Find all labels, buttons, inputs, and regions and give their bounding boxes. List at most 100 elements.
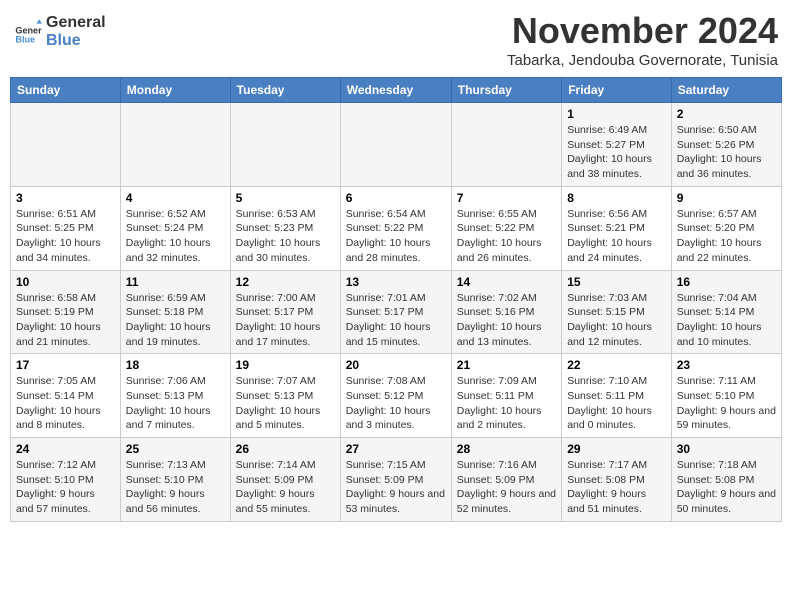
day-number: 7 (457, 191, 556, 205)
page-header: General Blue General Blue November 2024 … (10, 10, 782, 69)
calendar-cell: 1 Sunrise: 6:49 AM Sunset: 5:27 PM Daylig… (562, 103, 672, 187)
calendar-cell: 26 Sunrise: 7:14 AM Sunset: 5:09 PM Dayli… (230, 438, 340, 522)
day-info: Sunrise: 6:58 AM Sunset: 5:19 PM Dayligh… (16, 291, 115, 350)
day-info: Sunrise: 7:11 AM Sunset: 5:10 PM Dayligh… (677, 374, 776, 433)
day-info: Sunrise: 6:54 AM Sunset: 5:22 PM Dayligh… (346, 207, 446, 266)
day-info: Sunrise: 7:10 AM Sunset: 5:11 PM Dayligh… (567, 374, 666, 433)
weekday-header: Tuesday (230, 78, 340, 103)
day-number: 9 (677, 191, 776, 205)
day-info: Sunrise: 6:56 AM Sunset: 5:21 PM Dayligh… (567, 207, 666, 266)
calendar-week-row: 24 Sunrise: 7:12 AM Sunset: 5:10 PM Dayli… (11, 438, 782, 522)
day-info: Sunrise: 7:16 AM Sunset: 5:09 PM Dayligh… (457, 458, 556, 517)
day-number: 20 (346, 358, 446, 372)
calendar-cell: 9 Sunrise: 6:57 AM Sunset: 5:20 PM Daylig… (671, 186, 781, 270)
day-info: Sunrise: 7:15 AM Sunset: 5:09 PM Dayligh… (346, 458, 446, 517)
day-number: 8 (567, 191, 666, 205)
weekday-header: Sunday (11, 78, 121, 103)
day-number: 16 (677, 275, 776, 289)
calendar-cell: 14 Sunrise: 7:02 AM Sunset: 5:16 PM Dayli… (451, 270, 561, 354)
day-number: 14 (457, 275, 556, 289)
calendar-cell (120, 103, 230, 187)
logo-line1: General (46, 14, 106, 32)
weekday-header: Saturday (671, 78, 781, 103)
day-info: Sunrise: 7:17 AM Sunset: 5:08 PM Dayligh… (567, 458, 666, 517)
calendar-cell: 25Sunrise: 7:13 AM Sunset: 5:10 PM Dayli… (120, 438, 230, 522)
calendar-cell: 11Sunrise: 6:59 AM Sunset: 5:18 PM Dayli… (120, 270, 230, 354)
day-info: Sunrise: 7:18 AM Sunset: 5:08 PM Dayligh… (677, 458, 776, 517)
day-number: 22 (567, 358, 666, 372)
svg-text:Blue: Blue (15, 35, 35, 45)
day-number: 23 (677, 358, 776, 372)
calendar-cell (451, 103, 561, 187)
day-info: Sunrise: 7:03 AM Sunset: 5:15 PM Dayligh… (567, 291, 666, 350)
calendar-table: SundayMondayTuesdayWednesdayThursdayFrid… (10, 77, 782, 522)
logo: General Blue General Blue (14, 14, 106, 50)
day-number: 25 (126, 442, 225, 456)
day-number: 24 (16, 442, 115, 456)
day-info: Sunrise: 7:04 AM Sunset: 5:14 PM Dayligh… (677, 291, 776, 350)
calendar-cell: 6Sunrise: 6:54 AM Sunset: 5:22 PM Daylig… (340, 186, 451, 270)
weekday-header: Monday (120, 78, 230, 103)
calendar-cell: 30 Sunrise: 7:18 AM Sunset: 5:08 PM Dayli… (671, 438, 781, 522)
calendar-cell: 3 Sunrise: 6:51 AM Sunset: 5:25 PM Daylig… (11, 186, 121, 270)
calendar-cell (230, 103, 340, 187)
day-number: 28 (457, 442, 556, 456)
day-info: Sunrise: 7:14 AM Sunset: 5:09 PM Dayligh… (236, 458, 335, 517)
calendar-header-row: SundayMondayTuesdayWednesdayThursdayFrid… (11, 78, 782, 103)
day-number: 19 (236, 358, 335, 372)
logo-icon: General Blue (14, 18, 42, 46)
day-info: Sunrise: 7:07 AM Sunset: 5:13 PM Dayligh… (236, 374, 335, 433)
calendar-cell: 4Sunrise: 6:52 AM Sunset: 5:24 PM Daylig… (120, 186, 230, 270)
calendar-cell: 21Sunrise: 7:09 AM Sunset: 5:11 PM Dayli… (451, 354, 561, 438)
day-info: Sunrise: 6:55 AM Sunset: 5:22 PM Dayligh… (457, 207, 556, 266)
calendar-cell: 19 Sunrise: 7:07 AM Sunset: 5:13 PM Dayli… (230, 354, 340, 438)
calendar-cell: 20Sunrise: 7:08 AM Sunset: 5:12 PM Dayli… (340, 354, 451, 438)
day-info: Sunrise: 6:57 AM Sunset: 5:20 PM Dayligh… (677, 207, 776, 266)
calendar-cell: 24 Sunrise: 7:12 AM Sunset: 5:10 PM Dayli… (11, 438, 121, 522)
day-info: Sunrise: 7:00 AM Sunset: 5:17 PM Dayligh… (236, 291, 335, 350)
day-number: 10 (16, 275, 115, 289)
calendar-week-row: 1 Sunrise: 6:49 AM Sunset: 5:27 PM Daylig… (11, 103, 782, 187)
title-block: November 2024 Tabarka, Jendouba Governor… (507, 10, 778, 69)
day-number: 30 (677, 442, 776, 456)
calendar-cell: 5 Sunrise: 6:53 AM Sunset: 5:23 PM Daylig… (230, 186, 340, 270)
day-info: Sunrise: 7:09 AM Sunset: 5:11 PM Dayligh… (457, 374, 556, 433)
calendar-cell (340, 103, 451, 187)
weekday-header: Wednesday (340, 78, 451, 103)
calendar-cell: 22 Sunrise: 7:10 AM Sunset: 5:11 PM Dayli… (562, 354, 672, 438)
day-info: Sunrise: 7:01 AM Sunset: 5:17 PM Dayligh… (346, 291, 446, 350)
calendar-week-row: 17 Sunrise: 7:05 AM Sunset: 5:14 PM Dayli… (11, 354, 782, 438)
day-number: 13 (346, 275, 446, 289)
calendar-cell: 18Sunrise: 7:06 AM Sunset: 5:13 PM Dayli… (120, 354, 230, 438)
day-info: Sunrise: 6:49 AM Sunset: 5:27 PM Dayligh… (567, 123, 666, 182)
day-number: 17 (16, 358, 115, 372)
day-info: Sunrise: 6:53 AM Sunset: 5:23 PM Dayligh… (236, 207, 335, 266)
day-info: Sunrise: 6:51 AM Sunset: 5:25 PM Dayligh… (16, 207, 115, 266)
calendar-cell: 7 Sunrise: 6:55 AM Sunset: 5:22 PM Daylig… (451, 186, 561, 270)
day-number: 3 (16, 191, 115, 205)
location-title: Tabarka, Jendouba Governorate, Tunisia (507, 52, 778, 69)
logo-line2: Blue (46, 32, 106, 50)
calendar-cell: 15Sunrise: 7:03 AM Sunset: 5:15 PM Dayli… (562, 270, 672, 354)
calendar-cell: 10 Sunrise: 6:58 AM Sunset: 5:19 PM Dayli… (11, 270, 121, 354)
day-info: Sunrise: 6:59 AM Sunset: 5:18 PM Dayligh… (126, 291, 225, 350)
calendar-cell: 16 Sunrise: 7:04 AM Sunset: 5:14 PM Dayli… (671, 270, 781, 354)
day-number: 5 (236, 191, 335, 205)
day-number: 1 (567, 107, 666, 121)
day-info: Sunrise: 6:50 AM Sunset: 5:26 PM Dayligh… (677, 123, 776, 182)
day-number: 2 (677, 107, 776, 121)
calendar-cell: 12Sunrise: 7:00 AM Sunset: 5:17 PM Dayli… (230, 270, 340, 354)
day-number: 29 (567, 442, 666, 456)
calendar-cell: 29 Sunrise: 7:17 AM Sunset: 5:08 PM Dayli… (562, 438, 672, 522)
day-number: 27 (346, 442, 446, 456)
calendar-cell: 17 Sunrise: 7:05 AM Sunset: 5:14 PM Dayli… (11, 354, 121, 438)
day-info: Sunrise: 7:02 AM Sunset: 5:16 PM Dayligh… (457, 291, 556, 350)
day-info: Sunrise: 7:05 AM Sunset: 5:14 PM Dayligh… (16, 374, 115, 433)
day-info: Sunrise: 7:12 AM Sunset: 5:10 PM Dayligh… (16, 458, 115, 517)
day-info: Sunrise: 7:06 AM Sunset: 5:13 PM Dayligh… (126, 374, 225, 433)
weekday-header: Friday (562, 78, 672, 103)
calendar-cell: 13 Sunrise: 7:01 AM Sunset: 5:17 PM Dayli… (340, 270, 451, 354)
calendar-cell (11, 103, 121, 187)
day-number: 26 (236, 442, 335, 456)
calendar-cell: 2 Sunrise: 6:50 AM Sunset: 5:26 PM Daylig… (671, 103, 781, 187)
